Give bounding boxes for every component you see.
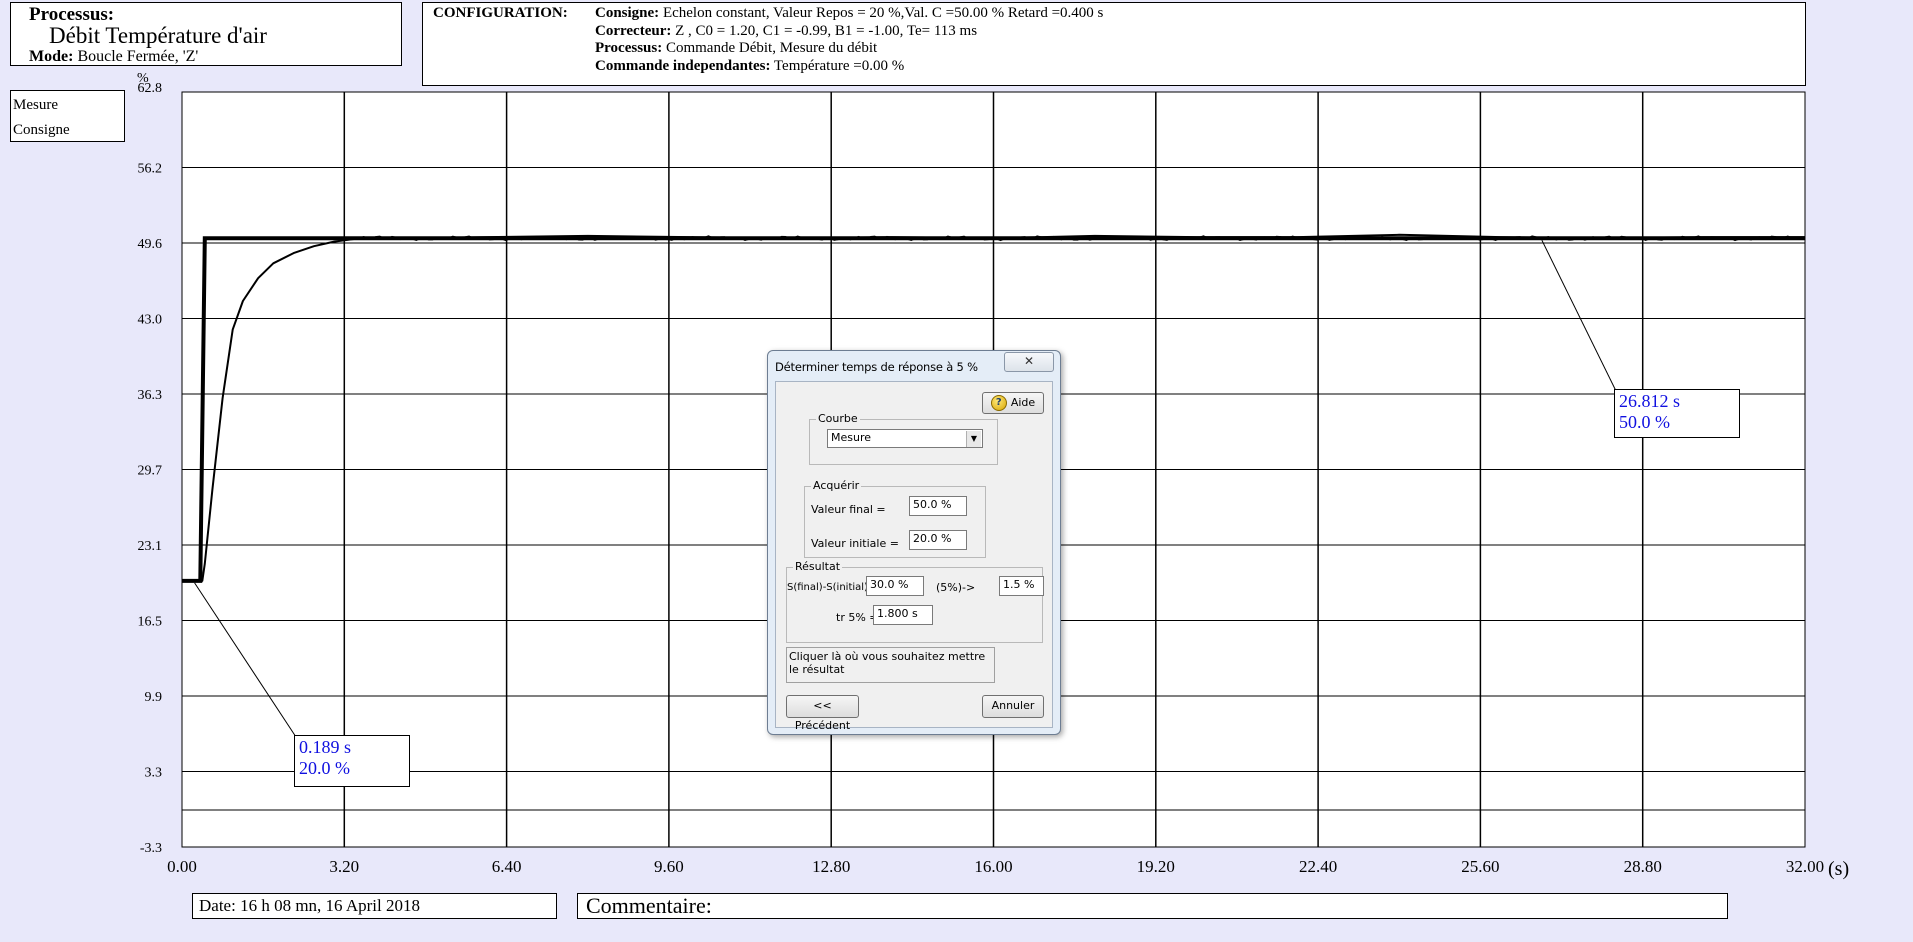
x-tick-label: 12.80 [812,857,850,876]
acquerir-group: Acquérir Valeur final = 50.0 % Valeur in… [804,479,986,558]
dialog-title: Déterminer temps de réponse à 5 % [775,360,978,374]
y-tick-label: 3.3 [145,766,163,781]
x-tick-label: 9.60 [654,857,684,876]
annotation-start[interactable]: 0.189 s 20.0 % [294,735,410,787]
chevron-down-icon[interactable]: ▼ [966,431,981,447]
date-field: Date: 16 h 08 mn, 16 April 2018 [192,893,557,919]
help-label: Aide [1010,396,1036,409]
valeur-initiale-label: Valeur initiale = [811,537,899,550]
resultat-group-label: Résultat [793,560,843,573]
annotation-end[interactable]: 26.812 s 50.0 % [1614,389,1740,438]
valeur-final-label: Valeur final = [811,503,886,516]
annotation-end-time: 26.812 s [1619,391,1681,411]
x-tick-label: 6.40 [492,857,522,876]
y-tick-label: 23.1 [138,539,163,554]
courbe-select[interactable]: Mesure ▼ [827,429,983,448]
dialog-body: ? Aide Courbe Mesure ▼ Acquérir Valeur fi… [775,381,1053,732]
help-icon: ? [990,395,1007,411]
acquerir-group-label: Acquérir [811,479,862,492]
valeur-final-field[interactable]: 50.0 % [909,496,967,516]
help-button[interactable]: ? Aide [982,392,1044,414]
courbe-select-value: Mesure [831,431,872,444]
close-icon: ✕ [1023,354,1035,368]
diff-field[interactable]: 30.0 % [866,576,924,596]
x-tick-label: 16.00 [974,857,1012,876]
response-time-dialog: Déterminer temps de réponse à 5 % ✕ ? Aid… [767,350,1061,735]
courbe-group-label: Courbe [816,412,860,425]
courbe-group: Courbe Mesure ▼ [809,412,998,465]
x-tick-label: 32.00 [1786,857,1824,876]
close-button[interactable]: ✕ [1004,352,1054,372]
y-tick-label: 36.3 [138,388,163,403]
pct-field[interactable]: 1.5 % [999,576,1044,596]
x-tick-label: 0.00 [167,857,197,876]
annotation-start-time: 0.189 s [299,737,352,757]
x-tick-label: 19.20 [1137,857,1175,876]
tr-field[interactable]: 1.800 s [873,605,933,625]
y-tick-label: 16.5 [138,615,163,630]
y-tick-label: 29.7 [138,464,163,479]
y-tick-label: 9.9 [145,690,163,705]
annotation-end-value: 50.0 % [1619,412,1670,432]
valeur-initiale-field[interactable]: 20.0 % [909,530,967,550]
y-tick-label: 56.2 [138,162,163,177]
comment-field[interactable]: Commentaire: [577,893,1728,919]
y-tick-label: -3.3 [140,841,162,856]
x-tick-label: 25.60 [1461,857,1499,876]
x-axis-unit: (s) [1828,858,1849,880]
x-tick-label: 22.40 [1299,857,1337,876]
x-tick-label: 3.20 [329,857,359,876]
y-axis-unit: % [137,71,149,86]
y-tick-label: 49.6 [138,237,163,252]
x-tick-label: 28.80 [1624,857,1662,876]
pct-label: (5%)-> [936,581,976,594]
cancel-button[interactable]: Annuler [982,695,1044,718]
previous-button[interactable]: << Précédent [786,695,859,732]
annotation-start-value: 20.0 % [299,758,350,778]
resultat-group: Résultat S(final)-S(initial) = 30.0 % (5… [786,560,1044,643]
y-tick-label: 43.0 [138,313,163,328]
instruction-area: Cliquer là où vous souhaitez mettre le r… [786,647,995,683]
